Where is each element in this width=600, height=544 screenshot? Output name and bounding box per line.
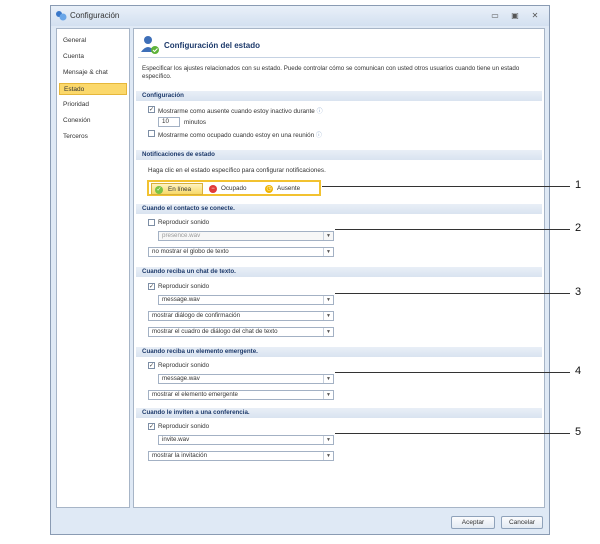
- contact-action-dropdown[interactable]: no mostrar el globo de texto ▼: [148, 247, 334, 257]
- chat-action2-dropdown[interactable]: mostrar el cuadro de diálogo del chat de…: [148, 327, 334, 337]
- app-icon: [55, 10, 67, 22]
- away-checkbox[interactable]: ✓: [148, 106, 155, 113]
- status-tab-bar: ✓ En línea − Ocupado ◷ Ausente: [147, 180, 321, 196]
- chevron-down-icon: ▼: [323, 328, 333, 336]
- busy-status-icon: −: [209, 185, 217, 193]
- group-chat-header: Cuando reciba un chat de texto.: [136, 267, 542, 277]
- sidebar: General Cuenta Mensaje & chat Estado Pri…: [56, 28, 130, 508]
- close-button[interactable]: ✕: [528, 10, 542, 22]
- sidebar-item-mensaje-chat[interactable]: Mensaje & chat: [59, 67, 127, 79]
- conference-sound-checkbox[interactable]: ✓: [148, 423, 155, 430]
- window-title: Configuración: [70, 11, 120, 20]
- away-label: Mostrarme como ausente cuando estoy inac…: [158, 108, 323, 115]
- sidebar-item-prioridad[interactable]: Prioridad: [59, 99, 127, 111]
- away-status-icon: ◷: [265, 185, 273, 193]
- info-icon: ⓘ: [315, 133, 322, 139]
- callout-2: 2: [575, 222, 582, 234]
- chevron-down-icon: ▼: [323, 312, 333, 320]
- chevron-down-icon: ▼: [323, 248, 333, 256]
- callout-5: 5: [575, 426, 582, 438]
- busy-label: Mostrarme como ocupado cuando estoy en u…: [158, 132, 322, 139]
- busy-checkbox[interactable]: [148, 130, 155, 137]
- callout-3: 3: [575, 286, 582, 298]
- main-panel: Configuración del estado Especificar los…: [133, 28, 545, 508]
- page-description: Especificar los ajustes relacionados con…: [142, 65, 520, 80]
- contact-sound-label: Reproducir sonido: [158, 219, 210, 226]
- sidebar-item-conexion[interactable]: Conexión: [59, 115, 127, 127]
- chevron-down-icon: ▼: [323, 391, 333, 399]
- popup-sound-label: Reproducir sonido: [158, 362, 210, 369]
- minutes-input[interactable]: 10: [158, 117, 180, 127]
- callout-line-1: [322, 186, 570, 187]
- chevron-down-icon: ▼: [323, 296, 333, 304]
- group-contact-header: Cuando el contacto se conecte.: [136, 204, 542, 214]
- chat-sound-label: Reproducir sonido: [158, 283, 210, 290]
- config-section-header: Configuración: [136, 91, 542, 101]
- sidebar-item-terceros[interactable]: Terceros: [59, 131, 127, 143]
- notif-section-header: Notificaciones de estado: [136, 150, 542, 160]
- page-title: Configuración del estado: [164, 41, 261, 50]
- callout-4: 4: [575, 365, 582, 377]
- callout-line-4: [335, 372, 570, 373]
- popup-sound-checkbox[interactable]: ✓: [148, 362, 155, 369]
- accept-button[interactable]: Aceptar: [451, 516, 495, 529]
- title-bar: Configuración ▭ ▣ ✕: [51, 6, 549, 26]
- tab-en-linea[interactable]: ✓ En línea: [151, 183, 203, 195]
- notif-hint: Haga clic en el estado específico para c…: [148, 167, 326, 174]
- minutes-label: minutos: [184, 119, 207, 126]
- chat-action-dropdown[interactable]: mostrar diálogo de confirmación ▼: [148, 311, 334, 321]
- callout-line-5: [335, 433, 570, 434]
- info-icon: ⓘ: [316, 109, 323, 115]
- sidebar-item-general[interactable]: General: [59, 35, 127, 47]
- chevron-down-icon: ▼: [323, 436, 333, 444]
- sidebar-item-estado[interactable]: Estado: [59, 83, 127, 95]
- user-status-icon: [140, 35, 160, 55]
- chat-sound-checkbox[interactable]: ✓: [148, 283, 155, 290]
- conference-action-dropdown[interactable]: mostrar la invitación ▼: [148, 451, 334, 461]
- minimize-button[interactable]: ▭: [488, 10, 502, 22]
- conference-sound-label: Reproducir sonido: [158, 423, 210, 430]
- settings-window: Configuración ▭ ▣ ✕ General Cuenta Mensa…: [50, 5, 550, 535]
- cancel-button[interactable]: Cancelar: [501, 516, 543, 529]
- popup-action-dropdown[interactable]: mostrar el elemento emergente ▼: [148, 390, 334, 400]
- chevron-down-icon: ▼: [323, 375, 333, 383]
- callout-line-3: [335, 293, 570, 294]
- chevron-down-icon: ▼: [323, 232, 333, 240]
- tab-ausente[interactable]: ◷ Ausente: [263, 183, 317, 195]
- sidebar-item-cuenta[interactable]: Cuenta: [59, 51, 127, 63]
- popup-sound-file-dropdown[interactable]: message.wav ▼: [158, 374, 334, 384]
- contact-sound-file-dropdown[interactable]: presence.wav ▼: [158, 231, 334, 241]
- group-conference-header: Cuando le inviten a una conferencia.: [136, 408, 542, 418]
- group-popup-header: Cuando reciba un elemento emergente.: [136, 347, 542, 357]
- online-status-icon: ✓: [155, 186, 163, 194]
- maximize-button[interactable]: ▣: [508, 10, 522, 22]
- tab-ocupado[interactable]: − Ocupado: [207, 183, 259, 195]
- chevron-down-icon: ▼: [323, 452, 333, 460]
- callout-line-2: [335, 229, 570, 230]
- callout-1: 1: [575, 179, 582, 191]
- contact-sound-checkbox[interactable]: [148, 219, 155, 226]
- chat-sound-file-dropdown[interactable]: message.wav ▼: [158, 295, 334, 305]
- conference-sound-file-dropdown[interactable]: invite.wav ▼: [158, 435, 334, 445]
- header-divider: [138, 57, 540, 58]
